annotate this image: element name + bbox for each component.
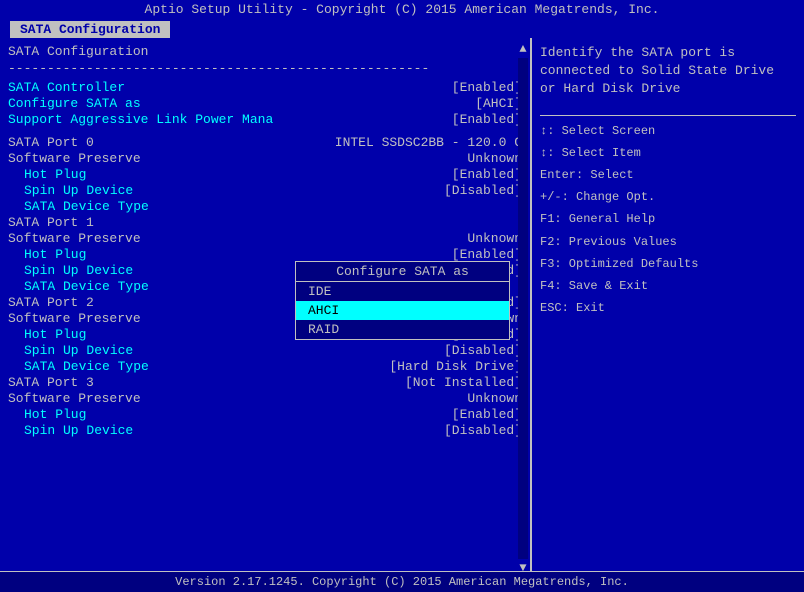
sata-port0-drive: INTEL SSDSC2BB - 120.0 G xyxy=(335,135,522,150)
spin-up2-value: [Disabled] xyxy=(444,343,522,358)
spin-up3-row[interactable]: Spin Up Device [Disabled] xyxy=(8,423,522,438)
sw-preserve1-label: Software Preserve xyxy=(8,231,141,246)
key-f2: F2: Previous Values xyxy=(540,233,796,252)
spin-up3-value: [Disabled] xyxy=(444,423,522,438)
sw-preserve2-label: Software Preserve xyxy=(8,311,141,326)
footer: Version 2.17.1245. Copyright (C) 2015 Am… xyxy=(0,571,804,592)
sata-port3-installed: [Not Installed] xyxy=(405,375,522,390)
scroll-up-arrow[interactable]: ▲ xyxy=(519,42,526,56)
right-panel: Identify the SATA port is connected to S… xyxy=(530,38,804,571)
title-bar: Aptio Setup Utility - Copyright (C) 2015… xyxy=(0,0,804,19)
section-title: SATA Configuration xyxy=(8,44,522,59)
sw-preserve0-value: Unknown xyxy=(467,151,522,166)
sata-controller-value: [Enabled] xyxy=(452,80,522,95)
device-type2-row[interactable]: SATA Device Type [Hard Disk Drive] xyxy=(8,359,522,374)
sata-port2-label: SATA Port 2 xyxy=(8,295,94,310)
spin-up0-label: Spin Up Device xyxy=(8,183,133,198)
tab-sata-configuration[interactable]: SATA Configuration xyxy=(10,21,170,38)
sw-preserve0-row: Software Preserve Unknown xyxy=(8,151,522,166)
hot-plug0-row[interactable]: Hot Plug [Enabled] xyxy=(8,167,522,182)
configure-sata-label: Configure SATA as xyxy=(8,96,141,111)
key-select-screen: ↕: Select Screen xyxy=(540,122,796,141)
spin-up3-label: Spin Up Device xyxy=(8,423,133,438)
sw-preserve3-value: Unknown xyxy=(467,391,522,406)
device-type0-label: SATA Device Type xyxy=(8,199,149,214)
spin-up2-label: Spin Up Device xyxy=(8,343,133,358)
key-esc: ESC: Exit xyxy=(540,299,796,318)
sata-port1-label: SATA Port 1 xyxy=(8,215,94,230)
sata-port0-row: SATA Port 0 INTEL SSDSC2BB - 120.0 G xyxy=(8,135,522,150)
spin-up0-row[interactable]: Spin Up Device [Disabled] xyxy=(8,183,522,198)
hot-plug1-value: [Enabled] xyxy=(452,247,522,262)
scrollbar: ▲ ▼ xyxy=(516,42,530,571)
dropdown-item-raid[interactable]: RAID xyxy=(296,320,509,339)
device-type0-row[interactable]: SATA Device Type xyxy=(8,199,522,214)
spin-up1-label: Spin Up Device xyxy=(8,263,133,278)
sata-port1-row: SATA Port 1 xyxy=(8,215,522,230)
hot-plug3-value: [Enabled] xyxy=(452,407,522,422)
spin-up0-value: [Disabled] xyxy=(444,183,522,198)
dropdown-item-ide[interactable]: IDE xyxy=(296,282,509,301)
configure-sata-row[interactable]: Configure SATA as [AHCI] xyxy=(8,96,522,111)
separator: ----------------------------------------… xyxy=(8,61,522,76)
sw-preserve1-row: Software Preserve Unknown xyxy=(8,231,522,246)
device-type2-value: [Hard Disk Drive] xyxy=(389,359,522,374)
configure-sata-dropdown[interactable]: Configure SATA as IDE AHCI RAID xyxy=(295,261,510,340)
scroll-down-arrow[interactable]: ▼ xyxy=(519,561,526,571)
hot-plug3-row[interactable]: Hot Plug [Enabled] xyxy=(8,407,522,422)
device-type2-label: SATA Device Type xyxy=(8,359,149,374)
dropdown-title: Configure SATA as xyxy=(296,262,509,282)
hot-plug2-label: Hot Plug xyxy=(8,327,86,342)
device-type1-label: SATA Device Type xyxy=(8,279,149,294)
sw-preserve3-label: Software Preserve xyxy=(8,391,141,406)
key-change-opt: +/-: Change Opt. xyxy=(540,188,796,207)
scroll-track xyxy=(518,58,528,559)
hot-plug0-value: [Enabled] xyxy=(452,167,522,182)
sw-preserve0-label: Software Preserve xyxy=(8,151,141,166)
hot-plug1-row[interactable]: Hot Plug [Enabled] xyxy=(8,247,522,262)
key-f3: F3: Optimized Defaults xyxy=(540,255,796,274)
app-title: Aptio Setup Utility - Copyright (C) 2015… xyxy=(145,2,660,17)
aggressive-link-value: [Enabled] xyxy=(452,112,522,127)
sw-preserve1-value: Unknown xyxy=(467,231,522,246)
tab-row: SATA Configuration xyxy=(0,19,804,38)
dropdown-item-ahci[interactable]: AHCI xyxy=(296,301,509,320)
key-enter: Enter: Select xyxy=(540,166,796,185)
key-f4: F4: Save & Exit xyxy=(540,277,796,296)
sata-port3-label: SATA Port 3 xyxy=(8,375,94,390)
hot-plug0-label: Hot Plug xyxy=(8,167,86,182)
main-content: SATA Configuration ---------------------… xyxy=(0,38,804,571)
sata-controller-row: SATA Controller [Enabled] xyxy=(8,80,522,95)
hot-plug1-label: Hot Plug xyxy=(8,247,86,262)
sata-port0-label: SATA Port 0 xyxy=(8,135,94,150)
key-f1: F1: General Help xyxy=(540,210,796,229)
left-panel: SATA Configuration ---------------------… xyxy=(0,38,530,571)
hot-plug3-label: Hot Plug xyxy=(8,407,86,422)
aggressive-link-label: Support Aggressive Link Power Mana xyxy=(8,112,273,127)
spin-up2-row[interactable]: Spin Up Device [Disabled] xyxy=(8,343,522,358)
footer-text: Version 2.17.1245. Copyright (C) 2015 Am… xyxy=(175,575,629,589)
help-text: Identify the SATA port is connected to S… xyxy=(540,44,796,99)
aggressive-link-row: Support Aggressive Link Power Mana [Enab… xyxy=(8,112,522,127)
sw-preserve3-row: Software Preserve Unknown xyxy=(8,391,522,406)
sata-port3-row: SATA Port 3 [Not Installed] xyxy=(8,375,522,390)
configure-sata-value: [AHCI] xyxy=(475,96,522,111)
key-select-item: ↕: Select Item xyxy=(540,144,796,163)
divider xyxy=(540,115,796,116)
sata-controller-label: SATA Controller xyxy=(8,80,125,95)
